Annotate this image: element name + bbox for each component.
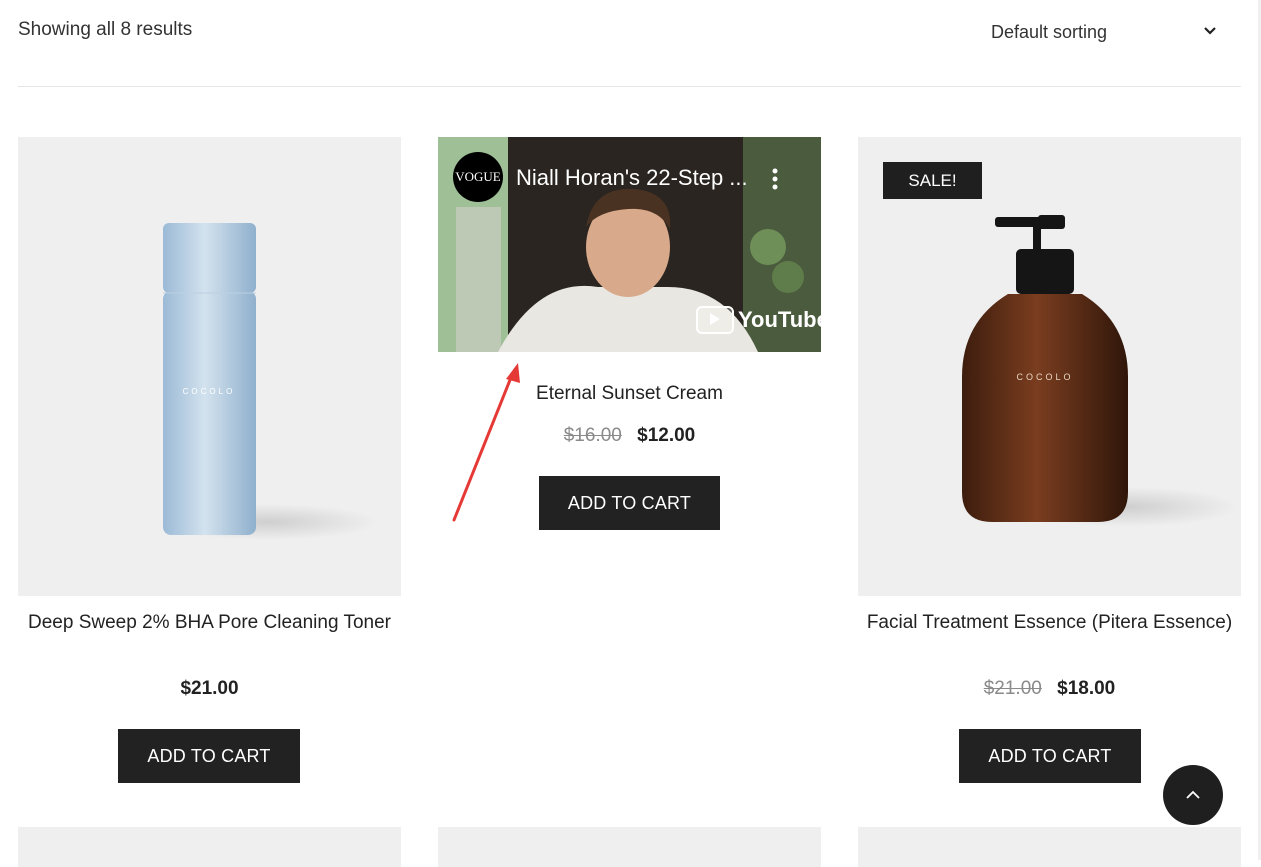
sale-price: $12.00 — [637, 425, 696, 446]
product-image[interactable]: COCOLO SALE! — [858, 137, 1241, 596]
product-image[interactable] — [438, 827, 821, 867]
annotation-arrow — [452, 363, 520, 522]
youtube-video-embed[interactable]: VOGUE Niall Horan's 22-Step ... YouTube — [438, 137, 821, 352]
result-count: Showing all 8 results — [18, 19, 193, 40]
more-options-icon[interactable] — [768, 167, 782, 191]
youtube-wordmark: YouTube — [738, 307, 821, 332]
sale-price: $18.00 — [1057, 678, 1116, 699]
original-price: $21.00 — [983, 678, 1042, 699]
brand-mark: COCOLO — [1016, 372, 1073, 382]
shop-toolbar: Showing all 8 results Default sorting — [18, 0, 1241, 87]
toner-bottle-image: COCOLO — [158, 223, 378, 540]
add-to-cart-button[interactable]: ADD TO CART — [539, 476, 720, 530]
youtube-logo[interactable]: YouTube — [696, 306, 821, 334]
product-title[interactable]: Facial Treatment Essence (Pitera Essence… — [858, 611, 1241, 635]
add-to-cart-button[interactable]: ADD TO CART — [959, 729, 1141, 783]
sorting-select[interactable]: Default sorting — [991, 18, 1241, 50]
original-price: $16.00 — [563, 425, 622, 446]
vogue-channel-logo[interactable]: VOGUE — [453, 152, 503, 202]
product-price: $21.00 — [18, 678, 401, 700]
product-image[interactable] — [858, 827, 1241, 867]
product-price: $21.00 $18.00 — [858, 678, 1241, 700]
product-image[interactable] — [18, 827, 401, 867]
product-title[interactable]: Deep Sweep 2% BHA Pore Cleaning Toner — [18, 611, 401, 635]
brand-mark: COCOLO — [183, 387, 236, 396]
sorting-label: Default sorting — [991, 22, 1108, 42]
youtube-play-icon — [696, 306, 734, 334]
sale-badge: SALE! — [883, 162, 982, 199]
video-title[interactable]: Niall Horan's 22-Step ... — [516, 165, 748, 191]
add-to-cart-button[interactable]: ADD TO CART — [118, 729, 300, 783]
product-image[interactable]: COCOLO — [18, 137, 401, 596]
current-price: $21.00 — [180, 678, 239, 699]
amber-pump-bottle-image: COCOLO — [962, 215, 1238, 527]
chevron-up-icon — [1186, 790, 1200, 799]
scroll-to-top-button[interactable] — [1163, 765, 1223, 825]
chevron-down-icon — [1204, 27, 1216, 35]
